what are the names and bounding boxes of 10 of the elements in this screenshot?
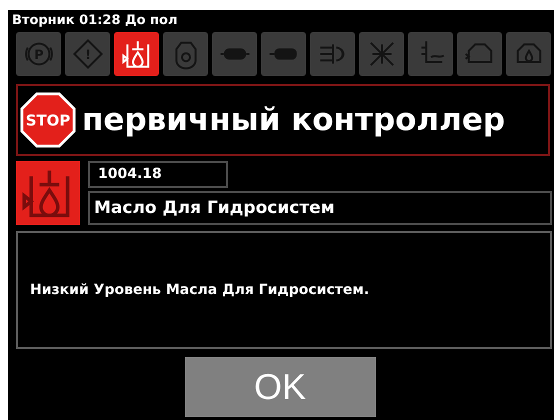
status-text: Вторник 01:28 До пол bbox=[12, 12, 178, 30]
fault-name-field: Масло Для Гидросистем bbox=[88, 191, 552, 225]
warning-diamond-icon: ! bbox=[72, 38, 104, 70]
fault-code-field: 1004.18 bbox=[88, 161, 228, 188]
ok-button[interactable]: OK bbox=[184, 357, 376, 417]
message-text: Низкий Уровень Масла Для Гидросистем. bbox=[30, 280, 370, 300]
indicator-button[interactable]: ! bbox=[65, 32, 110, 76]
controller-title: первичный контроллер bbox=[82, 100, 506, 140]
indicator-button[interactable] bbox=[114, 32, 159, 76]
stop-sign-icon: STOP bbox=[20, 92, 76, 148]
